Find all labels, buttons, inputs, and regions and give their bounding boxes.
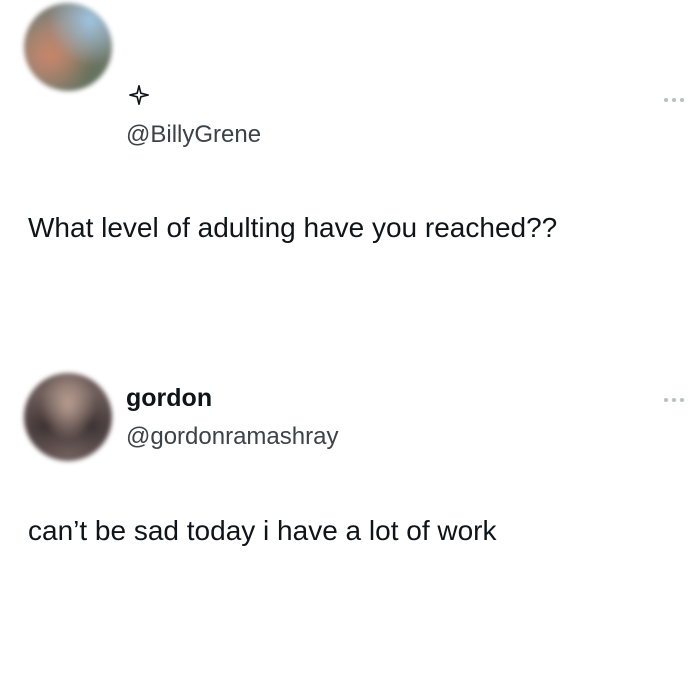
avatar-gordon[interactable] — [24, 373, 112, 461]
post-text: can’t be sad today i have a lot of work — [28, 515, 497, 546]
avatar-billygrene[interactable] — [24, 3, 112, 91]
author-display-name[interactable]: gordon — [126, 384, 212, 413]
more-options-icon[interactable] — [656, 396, 684, 404]
sparkle-badge-icon — [129, 85, 149, 105]
author-handle[interactable]: @gordonramashray — [126, 423, 338, 451]
author-handle[interactable]: @BillyGrene — [126, 121, 261, 149]
more-options-icon[interactable] — [656, 96, 684, 104]
post-text: What level of adulting have you reached?… — [28, 212, 558, 243]
